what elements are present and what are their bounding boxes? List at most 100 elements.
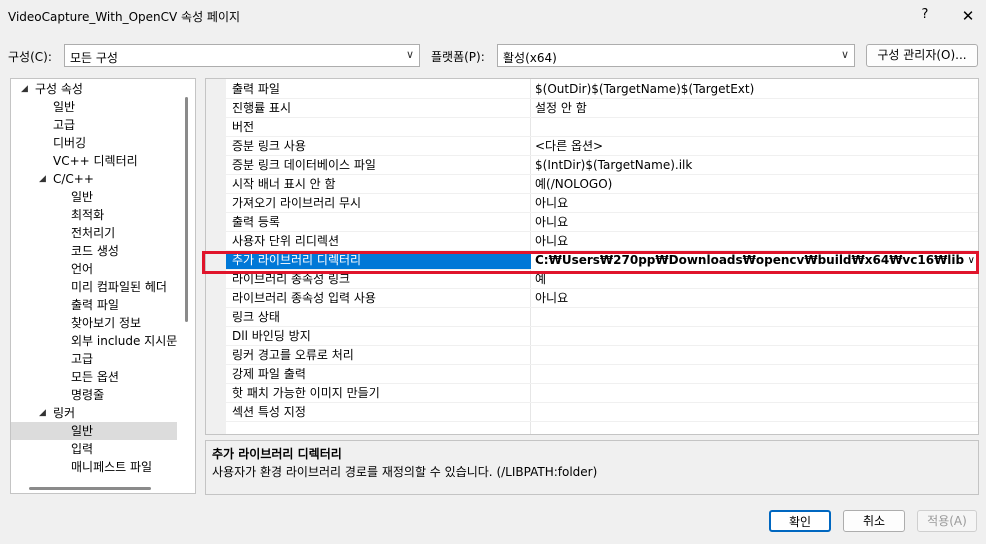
- expand-caret-icon[interactable]: ◢: [39, 170, 46, 188]
- tree-item[interactable]: ◢ C/C++: [11, 170, 177, 188]
- tree-item-label: 최적화: [71, 208, 105, 222]
- property-row[interactable]: 증분 링크 데이터베이스 파일 $(IntDir)$(TargetName).il…: [226, 156, 978, 175]
- property-name: 사용자 단위 리디렉션: [232, 234, 339, 248]
- property-name: Dll 바인딩 방지: [232, 329, 311, 343]
- apply-button[interactable]: 적용(A): [917, 510, 977, 532]
- property-name: 링커 경고를 오류로 처리: [232, 348, 354, 362]
- tree-item-label: 외부 include 지시문: [71, 334, 177, 348]
- tree-item[interactable]: 출력 파일: [11, 296, 177, 314]
- close-button[interactable]: ✕: [958, 6, 978, 26]
- property-value: 아니요: [535, 196, 569, 210]
- configuration-manager-button[interactable]: 구성 관리자(O)...: [866, 44, 978, 67]
- property-name: 증분 링크 데이터베이스 파일: [232, 158, 376, 172]
- property-value: $(OutDir)$(TargetName)$(TargetExt): [535, 82, 755, 96]
- tree-item-label: 입력: [71, 442, 94, 456]
- tree-item-label: 일반: [53, 100, 76, 114]
- tree-item-label: 코드 생성: [71, 244, 119, 258]
- tree-item[interactable]: 코드 생성: [11, 242, 177, 260]
- property-row[interactable]: 라이브러리 종속성 입력 사용 아니요: [226, 289, 978, 308]
- expand-caret-icon[interactable]: ◢: [39, 404, 46, 422]
- tree-item-label: 매니페스트 파일: [71, 460, 153, 474]
- tree-item[interactable]: ◢ 링커: [11, 404, 177, 422]
- property-row[interactable]: 핫 패치 가능한 이미지 만들기: [226, 384, 978, 403]
- tree-item-label: 링커: [53, 406, 76, 420]
- property-name: 출력 등록: [232, 215, 280, 229]
- property-row[interactable]: 섹션 특성 지정: [226, 403, 978, 422]
- tree-item-label: 일반: [71, 424, 94, 438]
- property-row[interactable]: Dll 바인딩 방지: [226, 327, 978, 346]
- property-row[interactable]: 강제 파일 출력: [226, 365, 978, 384]
- tree-item[interactable]: 모든 옵션: [11, 368, 177, 386]
- tree-item[interactable]: 매니페스트 파일: [11, 458, 177, 476]
- property-name: 진행률 표시: [232, 101, 292, 115]
- property-tree: ◢ 구성 속성 일반 고급 디버깅 VC++ 디렉터리 ◢ C/C++ 일반 최적화 전처리기 코드 …: [10, 78, 196, 494]
- property-row[interactable]: 사용자 단위 리디렉션 아니요: [226, 232, 978, 251]
- config-select[interactable]: 모든 구성 ∨: [64, 44, 420, 67]
- ok-button[interactable]: 확인: [769, 510, 831, 532]
- tree-item-label: 미리 컴파일된 헤더: [71, 280, 167, 294]
- annotation-highlight-box: [202, 251, 979, 274]
- tree-item[interactable]: 전처리기: [11, 224, 177, 242]
- config-label: 구성(C):: [8, 50, 52, 64]
- property-name: 핫 패치 가능한 이미지 만들기: [232, 386, 380, 400]
- property-name: 증분 링크 사용: [232, 139, 306, 153]
- help-button[interactable]: ?: [915, 7, 935, 22]
- tree-item[interactable]: 최적화: [11, 206, 177, 224]
- tree-horizontal-scrollbar[interactable]: [29, 487, 151, 490]
- platform-select-value: 활성(x64): [503, 51, 557, 65]
- title-bar: VideoCapture_With_OpenCV 속성 페이지 ? ✕: [0, 0, 986, 32]
- property-value: 예(/NOLOGO): [535, 177, 613, 191]
- property-name: 출력 파일: [232, 82, 280, 96]
- property-name: 라이브러리 종속성 입력 사용: [232, 291, 376, 305]
- tree-item[interactable]: 입력: [11, 440, 177, 458]
- platform-label: 플랫폼(P):: [431, 50, 485, 64]
- tree-item[interactable]: 언어: [11, 260, 177, 278]
- property-row[interactable]: 링커 경고를 오류로 처리: [226, 346, 978, 365]
- property-name: 섹션 특성 지정: [232, 405, 306, 419]
- tree-item-label: 전처리기: [71, 226, 116, 240]
- tree-item-label: 명령줄: [71, 388, 105, 402]
- chevron-down-icon: ∨: [840, 48, 849, 61]
- tree-item-label: 고급: [71, 352, 94, 366]
- property-value: 아니요: [535, 215, 569, 229]
- description-text: 사용자가 환경 라이브러리 경로를 재정의할 수 있습니다. (/LIBPATH…: [212, 465, 598, 479]
- tree-item[interactable]: 일반: [11, 98, 177, 116]
- tree-item[interactable]: 일반: [11, 422, 177, 440]
- config-select-value: 모든 구성: [70, 51, 118, 65]
- tree-item[interactable]: 고급: [11, 116, 177, 134]
- tree-item-label: 구성 속성: [35, 82, 83, 96]
- cancel-button[interactable]: 취소: [843, 510, 905, 532]
- property-row[interactable]: 출력 등록 아니요: [226, 213, 978, 232]
- platform-select[interactable]: 활성(x64) ∨: [497, 44, 855, 67]
- tree-item-label: 디버깅: [53, 136, 87, 150]
- property-row[interactable]: 증분 링크 사용 <다른 옵션>: [226, 137, 978, 156]
- property-row[interactable]: 진행률 표시 설정 안 함: [226, 99, 978, 118]
- expand-caret-icon[interactable]: ◢: [21, 80, 28, 98]
- description-title: 추가 라이브러리 디렉터리: [212, 447, 342, 461]
- tree-item[interactable]: 고급: [11, 350, 177, 368]
- description-panel: 추가 라이브러리 디렉터리 사용자가 환경 라이브러리 경로를 재정의할 수 있…: [205, 440, 979, 495]
- property-value: $(IntDir)$(TargetName).ilk: [535, 158, 693, 172]
- property-row[interactable]: 출력 파일 $(OutDir)$(TargetName)$(TargetExt): [226, 80, 978, 99]
- tree-item[interactable]: 명령줄: [11, 386, 177, 404]
- property-name: 시작 배너 표시 안 함: [232, 177, 336, 191]
- tree-item-label: VC++ 디렉터리: [53, 154, 138, 168]
- property-name: 강제 파일 출력: [232, 367, 306, 381]
- property-row[interactable]: 버전: [226, 118, 978, 137]
- tree-item[interactable]: VC++ 디렉터리: [11, 152, 177, 170]
- tree-vertical-scrollbar[interactable]: [185, 97, 188, 322]
- tree-item[interactable]: ◢ 구성 속성: [11, 80, 177, 98]
- tree-item[interactable]: 미리 컴파일된 헤더: [11, 278, 177, 296]
- tree-item[interactable]: 외부 include 지시문: [11, 332, 177, 350]
- tree-item-label: 언어: [71, 262, 94, 276]
- property-row[interactable]: 가져오기 라이브러리 무시 아니요: [226, 194, 978, 213]
- tree-item[interactable]: 일반: [11, 188, 177, 206]
- property-value: 아니요: [535, 291, 569, 305]
- tree-item[interactable]: 디버깅: [11, 134, 177, 152]
- property-row[interactable]: 시작 배너 표시 안 함 예(/NOLOGO): [226, 175, 978, 194]
- property-row[interactable]: 링크 상태: [226, 308, 978, 327]
- tree-item-label: 찾아보기 정보: [71, 316, 142, 330]
- property-value: <다른 옵션>: [535, 139, 604, 153]
- tree-item[interactable]: 찾아보기 정보: [11, 314, 177, 332]
- tree-item-label: 모든 옵션: [71, 370, 119, 384]
